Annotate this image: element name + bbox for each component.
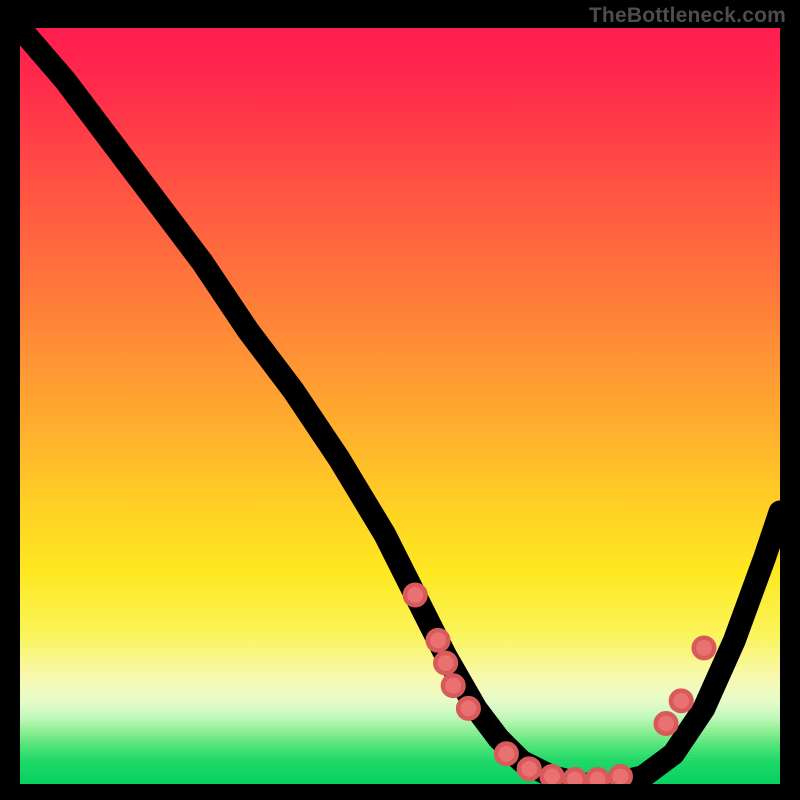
chart-stage: TheBottleneck.com (0, 0, 800, 800)
bottleneck-curve (20, 28, 780, 784)
data-marker (671, 691, 692, 711)
data-marker (428, 630, 449, 650)
data-marker (435, 653, 456, 673)
data-marker (694, 638, 715, 658)
data-marker (565, 769, 586, 784)
data-marker (610, 766, 631, 784)
data-marker (519, 759, 540, 779)
data-marker (443, 676, 464, 696)
data-marker (542, 766, 563, 784)
curve-layer (20, 28, 780, 784)
data-marker (405, 585, 426, 605)
data-marker (656, 713, 677, 733)
data-marker (587, 769, 608, 784)
watermark-label: TheBottleneck.com (589, 4, 786, 28)
data-marker (458, 698, 479, 718)
data-marker (496, 744, 517, 764)
plot-area (20, 28, 780, 784)
